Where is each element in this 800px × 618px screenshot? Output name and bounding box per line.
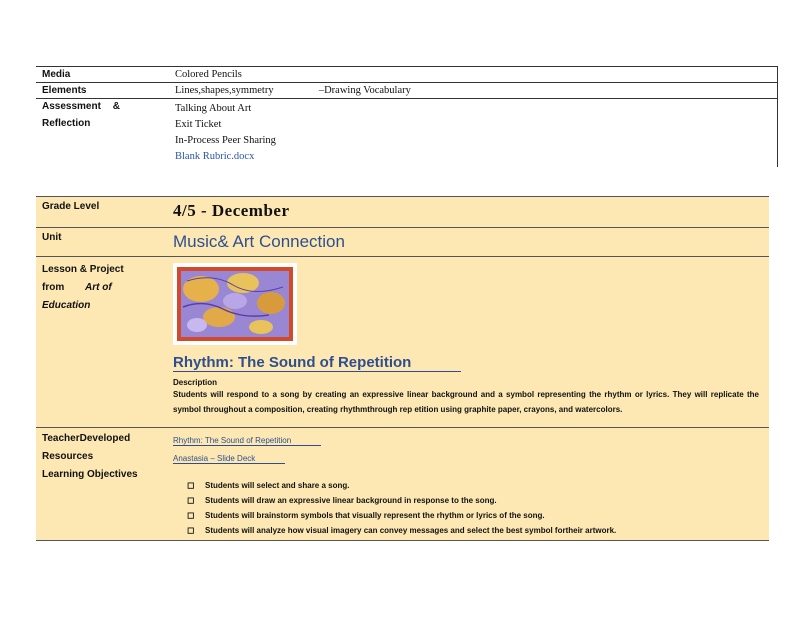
- blank-rubric-link[interactable]: Blank Rubric.docx: [175, 149, 777, 165]
- lesson-summary-table: Media Colored Pencils Elements Lines,sha…: [36, 66, 778, 167]
- lesson-project-label: Lesson & Project: [42, 264, 124, 275]
- elements-value: Lines,shapes,symmetry: [175, 85, 274, 96]
- media-row: Media Colored Pencils: [36, 66, 778, 83]
- list-item: ◻ Students will brainstorm symbols that v…: [187, 508, 763, 523]
- grade-level-value: 4/5 - December: [173, 201, 290, 220]
- elements-label: Elements: [42, 85, 87, 96]
- art-of-label: Art of: [85, 282, 112, 293]
- media-label: Media: [42, 69, 71, 80]
- list-item: ◻ Students will draw an expressive linear…: [187, 493, 763, 508]
- elements-vocabulary: –Drawing Vocabulary: [318, 85, 411, 96]
- assessment-item: Exit Ticket: [175, 119, 222, 130]
- description-heading: Description: [173, 378, 218, 387]
- unit-row: Unit Music& Art Connection: [36, 228, 769, 257]
- list-item: ◻ Students will analyze how visual imager…: [187, 523, 763, 538]
- resources-label: Resources: [42, 451, 94, 462]
- learning-objectives-label: Learning Objectives: [42, 469, 138, 480]
- objectives-list: ◻ Students will select and share a song. …: [187, 478, 763, 538]
- media-value: Colored Pencils: [175, 69, 242, 80]
- resource-link[interactable]: Anastasia – Slide Deck: [173, 454, 286, 464]
- lesson-artwork-image: [173, 263, 297, 345]
- list-item: ◻ Students will select and share a song.: [187, 478, 763, 493]
- grade-level-label: Grade Level: [42, 201, 100, 212]
- assessment-row: Assessment & Reflection Talking About Ar…: [36, 98, 778, 167]
- assessment-ampersand: &: [112, 101, 120, 112]
- lesson-row: Lesson & Project from Art of Education R…: [36, 257, 769, 428]
- description-text: Students will respond to a song by creat…: [173, 390, 759, 414]
- lesson-detail-table: Grade Level 4/5 - December Unit Music& A…: [36, 196, 769, 541]
- assessment-label: Assessment: [42, 101, 101, 112]
- bullet-icon: ◻: [187, 495, 195, 505]
- grade-row: Grade Level 4/5 - December: [36, 196, 769, 228]
- lesson-from-label: from: [42, 282, 65, 293]
- assessment-item: Talking About Art: [175, 103, 252, 114]
- bullet-icon: ◻: [187, 510, 195, 520]
- resources-objectives-row: TeacherDeveloped Resources Learning Obje…: [36, 428, 769, 541]
- reflection-label: Reflection: [42, 118, 91, 129]
- resource-link[interactable]: Rhythm: The Sound of Repetition: [173, 436, 322, 446]
- bullet-icon: ◻: [187, 480, 195, 490]
- lesson-title-link[interactable]: Rhythm: The Sound of Repetition: [173, 354, 462, 372]
- education-label: Education: [42, 300, 91, 311]
- assessment-item: In-Process Peer Sharing: [175, 135, 276, 146]
- unit-value: Music& Art Connection: [173, 232, 345, 251]
- unit-label: Unit: [42, 232, 62, 243]
- bullet-icon: ◻: [187, 525, 195, 535]
- teacher-developed-label: TeacherDeveloped: [42, 433, 131, 444]
- elements-row: Elements Lines,shapes,symmetry –Drawing …: [36, 82, 778, 99]
